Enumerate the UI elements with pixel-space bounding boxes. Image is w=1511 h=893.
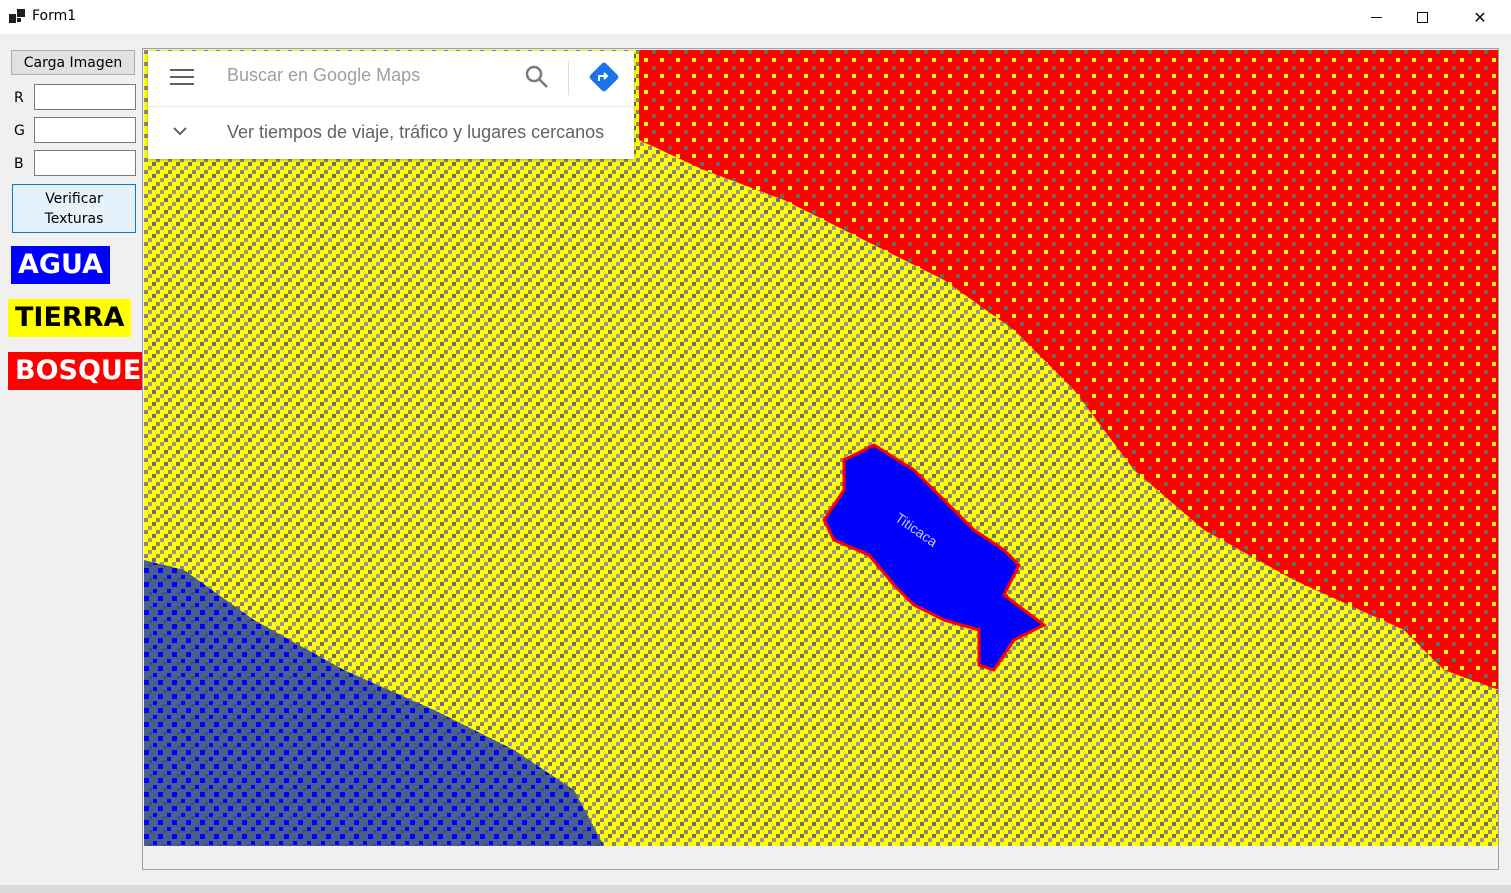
card-separator bbox=[148, 106, 634, 107]
maximize-button[interactable] bbox=[1399, 0, 1445, 34]
verify-button-line1: Verificar bbox=[45, 191, 103, 207]
r-input[interactable] bbox=[34, 84, 136, 110]
g-label: G bbox=[14, 123, 25, 139]
g-input[interactable] bbox=[34, 117, 136, 143]
minimize-icon bbox=[1370, 16, 1382, 18]
legend-agua: AGUA bbox=[11, 246, 111, 284]
load-image-button[interactable]: Carga Imagen bbox=[11, 50, 135, 75]
window-title: Form1 bbox=[32, 8, 77, 24]
legend-tierra: TIERRA bbox=[8, 299, 132, 337]
chevron-down-icon[interactable] bbox=[172, 125, 188, 137]
maps-search-card: Buscar en Google Maps Ver tiempos de via… bbox=[148, 51, 634, 159]
window-bottom-edge bbox=[0, 885, 1511, 893]
maximize-icon bbox=[1416, 11, 1428, 23]
verify-button-line2: Texturas bbox=[44, 211, 104, 227]
title-bar: Form1 ✕ bbox=[0, 0, 1511, 34]
directions-icon[interactable] bbox=[589, 62, 619, 92]
app-icon bbox=[9, 9, 25, 23]
maps-search-input[interactable]: Buscar en Google Maps bbox=[227, 65, 420, 86]
menu-icon[interactable] bbox=[170, 69, 194, 85]
minimize-button[interactable] bbox=[1353, 0, 1399, 34]
search-divider bbox=[568, 61, 569, 95]
close-icon: ✕ bbox=[1473, 7, 1487, 27]
nearby-link[interactable]: Ver tiempos de viaje, tráfico y lugares … bbox=[227, 122, 604, 143]
search-icon[interactable] bbox=[524, 64, 550, 90]
b-label: B bbox=[14, 156, 24, 172]
classified-map-image: Titicaca bbox=[144, 50, 1498, 846]
legend-bosque: BOSQUE bbox=[8, 352, 149, 390]
verify-textures-button[interactable]: Verificar Texturas bbox=[12, 184, 136, 233]
picture-box[interactable]: Titicaca bbox=[142, 48, 1499, 870]
close-button[interactable]: ✕ bbox=[1457, 0, 1503, 34]
control-panel: Carga Imagen R G B Verificar Texturas AG… bbox=[0, 34, 149, 885]
b-input[interactable] bbox=[34, 150, 136, 176]
r-label: R bbox=[14, 90, 24, 106]
